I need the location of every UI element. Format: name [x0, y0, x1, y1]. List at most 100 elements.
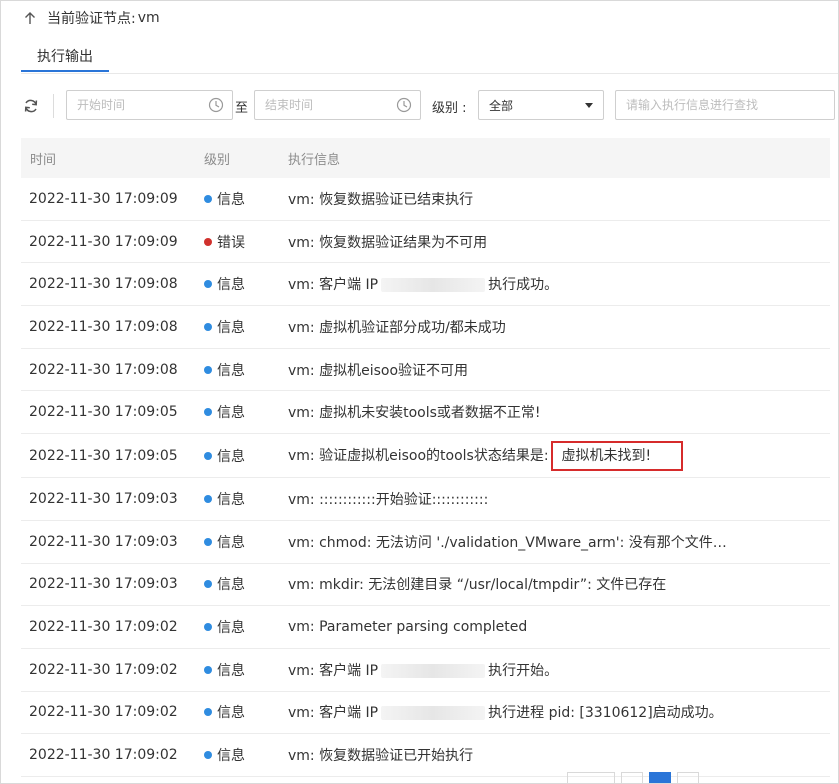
collapse-arrow-icon[interactable] [21, 11, 39, 25]
row-time: 2022-11-30 17:09:09 [29, 190, 178, 207]
row-message-text: vm: 客户端 IP [288, 705, 379, 722]
row-time: 2022-11-30 17:09:02 [29, 661, 178, 678]
info-dot-icon [204, 580, 212, 589]
row-message-text: vm: Parameter parsing completed [288, 619, 528, 636]
row-level: 信息 [204, 574, 288, 594]
row-message-text: vm: 恢复数据验证已结束执行 [288, 191, 474, 208]
row-message: vm: 验证虚拟机eisoo的tools状态结果是: 虚拟机未找到! [288, 440, 830, 471]
row-message: vm: 虚拟机验证部分成功/都未成功 [288, 317, 830, 337]
row-level-label: 信息 [217, 448, 245, 465]
end-time-input[interactable] [255, 91, 394, 119]
column-header-time: 时间 [30, 152, 57, 168]
row-message-text: vm: 验证虚拟机eisoo的tools状态结果是: [288, 447, 549, 464]
level-select[interactable]: 全部 [478, 90, 604, 120]
page-header: 当前验证节点: vm [21, 7, 160, 29]
info-dot-icon [204, 665, 212, 674]
row-message-text: vm: 恢复数据验证已开始执行 [288, 748, 474, 765]
row-level-label: 信息 [217, 748, 245, 765]
row-message: vm: 虚拟机未安装tools或者数据不正常! [288, 402, 830, 422]
redacted-ip [381, 278, 486, 293]
tab-bar: 执行输出 [21, 41, 838, 74]
row-level-label: 信息 [217, 705, 245, 722]
row-level: 信息 [204, 189, 288, 209]
table-row: 2022-11-30 17:09:05 信息 vm: 验证虚拟机eisoo的tool… [21, 434, 830, 479]
row-time: 2022-11-30 17:09:03 [29, 576, 178, 593]
row-level: 信息 [204, 532, 288, 552]
row-level-label: 信息 [217, 620, 245, 637]
highlighted-result: 虚拟机未找到! [550, 440, 684, 471]
start-time-field[interactable] [66, 90, 233, 120]
row-time: 2022-11-30 17:09:02 [29, 704, 178, 721]
info-dot-icon [204, 322, 212, 331]
end-time-field[interactable] [254, 90, 421, 120]
row-time: 2022-11-30 17:09:02 [29, 747, 178, 764]
start-time-input[interactable] [67, 91, 206, 119]
info-dot-icon [204, 537, 212, 546]
row-time: 2022-11-30 17:09:08 [29, 361, 178, 378]
row-message-suffix: 执行成功。 [488, 277, 559, 294]
row-level-label: 信息 [217, 662, 245, 679]
table-row: 2022-11-30 17:09:02 信息 vm: 客户端 IP 执行开始。 [21, 649, 830, 692]
row-message: vm: 客户端 IP 执行开始。 [288, 660, 830, 680]
search-input[interactable] [616, 91, 834, 119]
row-level-label: 信息 [217, 191, 245, 208]
chevron-down-icon [585, 102, 593, 108]
row-message-suffix: 执行开始。 [488, 662, 559, 679]
search-field[interactable] [615, 90, 835, 120]
table-row: 2022-11-30 17:09:02 信息 vm: Parameter parsi… [21, 606, 830, 649]
row-message-text: vm: 虚拟机未安装tools或者数据不正常! [288, 405, 541, 422]
error-dot-icon [204, 237, 212, 246]
row-message: vm: mkdir: 无法创建目录 “/usr/local/tmpdir”: 文… [288, 574, 830, 594]
row-time: 2022-11-30 17:09:03 [29, 490, 178, 507]
prev-page-button[interactable] [621, 772, 643, 783]
range-to-label: 至 [235, 101, 249, 116]
node-name: vm [137, 10, 160, 26]
row-time: 2022-11-30 17:09:08 [29, 276, 178, 293]
column-header-message: 执行信息 [288, 152, 341, 168]
row-message-text: vm: mkdir: 无法创建目录 “/usr/local/tmpdir”: 文… [288, 577, 667, 594]
row-message: vm: 客户端 IP 执行成功。 [288, 274, 830, 294]
clock-icon[interactable] [206, 95, 226, 115]
row-message: vm: 恢复数据验证结果为不可用 [288, 232, 830, 252]
execution-output-panel: 当前验证节点: vm 执行输出 至 级别 [0, 0, 839, 784]
table-row: 2022-11-30 17:09:02 信息 vm: 恢复数据验证已开始执行 [21, 734, 830, 777]
row-level-label: 信息 [217, 577, 245, 594]
row-level-label: 信息 [217, 277, 245, 294]
row-level-label: 信息 [217, 319, 245, 336]
clock-icon[interactable] [394, 95, 414, 115]
info-dot-icon [204, 408, 212, 417]
row-message: vm: ::::::::::::开始验证:::::::::::: [288, 489, 830, 509]
row-time: 2022-11-30 17:09:09 [29, 233, 178, 250]
row-time: 2022-11-30 17:09:02 [29, 619, 178, 636]
page-number-button[interactable] [649, 772, 671, 783]
row-level: 信息 [204, 702, 288, 722]
row-level: 信息 [204, 317, 288, 337]
table-row: 2022-11-30 17:09:05 信息 vm: 虚拟机未安装tools或者数据… [21, 391, 830, 435]
row-message-text: vm: chmod: 无法访问 './validation_VMware_arm… [288, 534, 727, 551]
row-message-suffix: 执行进程 pid: [3310612]启动成功。 [488, 705, 723, 722]
row-message: vm: chmod: 无法访问 './validation_VMware_arm… [288, 532, 830, 552]
row-message: vm: 虚拟机eisoo验证不可用 [288, 360, 830, 380]
info-dot-icon [204, 365, 212, 374]
pagination [561, 772, 699, 783]
page-size-select[interactable] [567, 772, 615, 783]
info-dot-icon [204, 623, 212, 632]
row-level: 信息 [204, 274, 288, 294]
table-row: 2022-11-30 17:09:03 信息 vm: chmod: 无法访问 './… [21, 521, 830, 564]
tab-execution-output[interactable]: 执行输出 [21, 41, 109, 72]
row-level-label: 错误 [217, 234, 245, 251]
info-dot-icon [204, 194, 212, 203]
level-select-value: 全部 [489, 98, 514, 113]
refresh-icon[interactable] [21, 96, 41, 116]
table-row: 2022-11-30 17:09:09 信息 vm: 恢复数据验证已结束执行 [21, 178, 830, 221]
table-row: 2022-11-30 17:09:08 信息 vm: 虚拟机eisoo验证不可用 [21, 349, 830, 392]
row-time: 2022-11-30 17:09:03 [29, 533, 178, 550]
row-level-label: 信息 [217, 491, 245, 508]
redacted-ip [381, 663, 486, 678]
next-page-button[interactable] [677, 772, 699, 783]
row-level: 信息 [204, 617, 288, 637]
toolbar-divider [53, 94, 54, 118]
row-level-label: 信息 [217, 362, 245, 379]
info-dot-icon [204, 751, 212, 760]
table-row: 2022-11-30 17:09:08 信息 vm: 客户端 IP 执行成功。 [21, 263, 830, 307]
